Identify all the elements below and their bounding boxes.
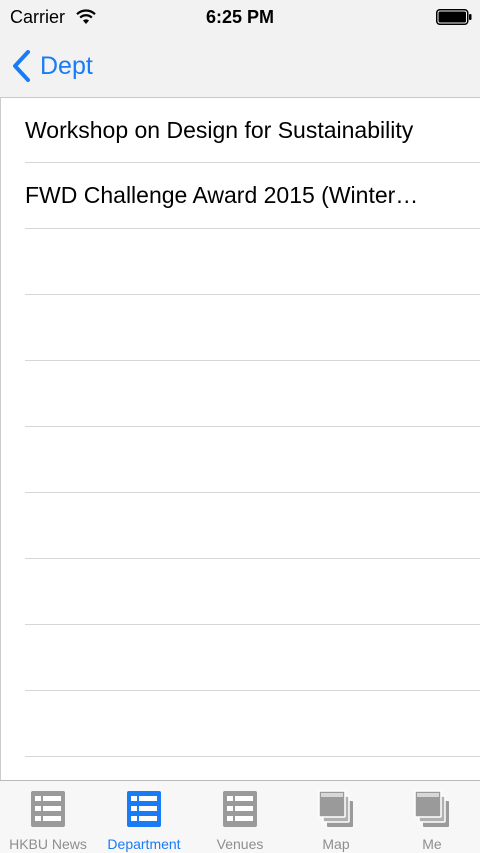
row-separator	[25, 558, 480, 559]
tab-label: Department	[107, 836, 181, 852]
list-item[interactable]: Workshop on Design for Sustainability	[1, 98, 480, 164]
row-separator	[25, 294, 480, 295]
battery-icon	[436, 9, 472, 25]
tab-me[interactable]: Me	[384, 781, 480, 853]
row-separator	[25, 690, 480, 691]
tab-department[interactable]: Department	[96, 781, 192, 853]
row-separator	[25, 756, 480, 757]
clock: 6:25 PM	[205, 7, 275, 27]
list-icon	[223, 791, 257, 827]
list-icon	[31, 791, 65, 827]
list-item-title: Workshop on Design for Sustainability	[25, 117, 414, 143]
tab-bar: HKBU News Department Venues Map Me	[0, 780, 480, 853]
tab-label: Venues	[216, 836, 264, 852]
row-separator	[25, 360, 480, 361]
row-separator	[25, 228, 480, 229]
tab-venues[interactable]: Venues	[192, 781, 288, 853]
navigation-bar: Dept	[0, 34, 480, 98]
back-button-label: Dept	[40, 51, 93, 80]
screen: Carrier 6:25 PM Dept Workshop on Design …	[0, 0, 480, 853]
tab-map[interactable]: Map	[288, 781, 384, 853]
stacked-windows-icon	[414, 790, 449, 827]
top-bar: Carrier 6:25 PM Dept	[0, 0, 480, 98]
row-separator	[25, 426, 480, 427]
event-list[interactable]: Workshop on Design for Sustainability FW…	[0, 98, 480, 780]
back-button[interactable]: Dept	[12, 48, 93, 84]
tab-label: Me	[422, 836, 442, 852]
stacked-windows-icon	[318, 790, 353, 827]
status-bar: Carrier 6:25 PM	[0, 0, 480, 34]
list-item[interactable]: FWD Challenge Award 2015 (Winter…	[1, 163, 480, 229]
tab-label: Map	[322, 836, 350, 852]
tab-hkbu-news[interactable]: HKBU News	[0, 781, 96, 853]
row-separator	[25, 492, 480, 493]
tab-label: HKBU News	[9, 836, 87, 852]
list-icon	[127, 791, 161, 827]
chevron-left-icon	[13, 50, 30, 82]
row-separator	[25, 624, 480, 625]
list-item-title: FWD Challenge Award 2015 (Winter…	[25, 182, 419, 208]
